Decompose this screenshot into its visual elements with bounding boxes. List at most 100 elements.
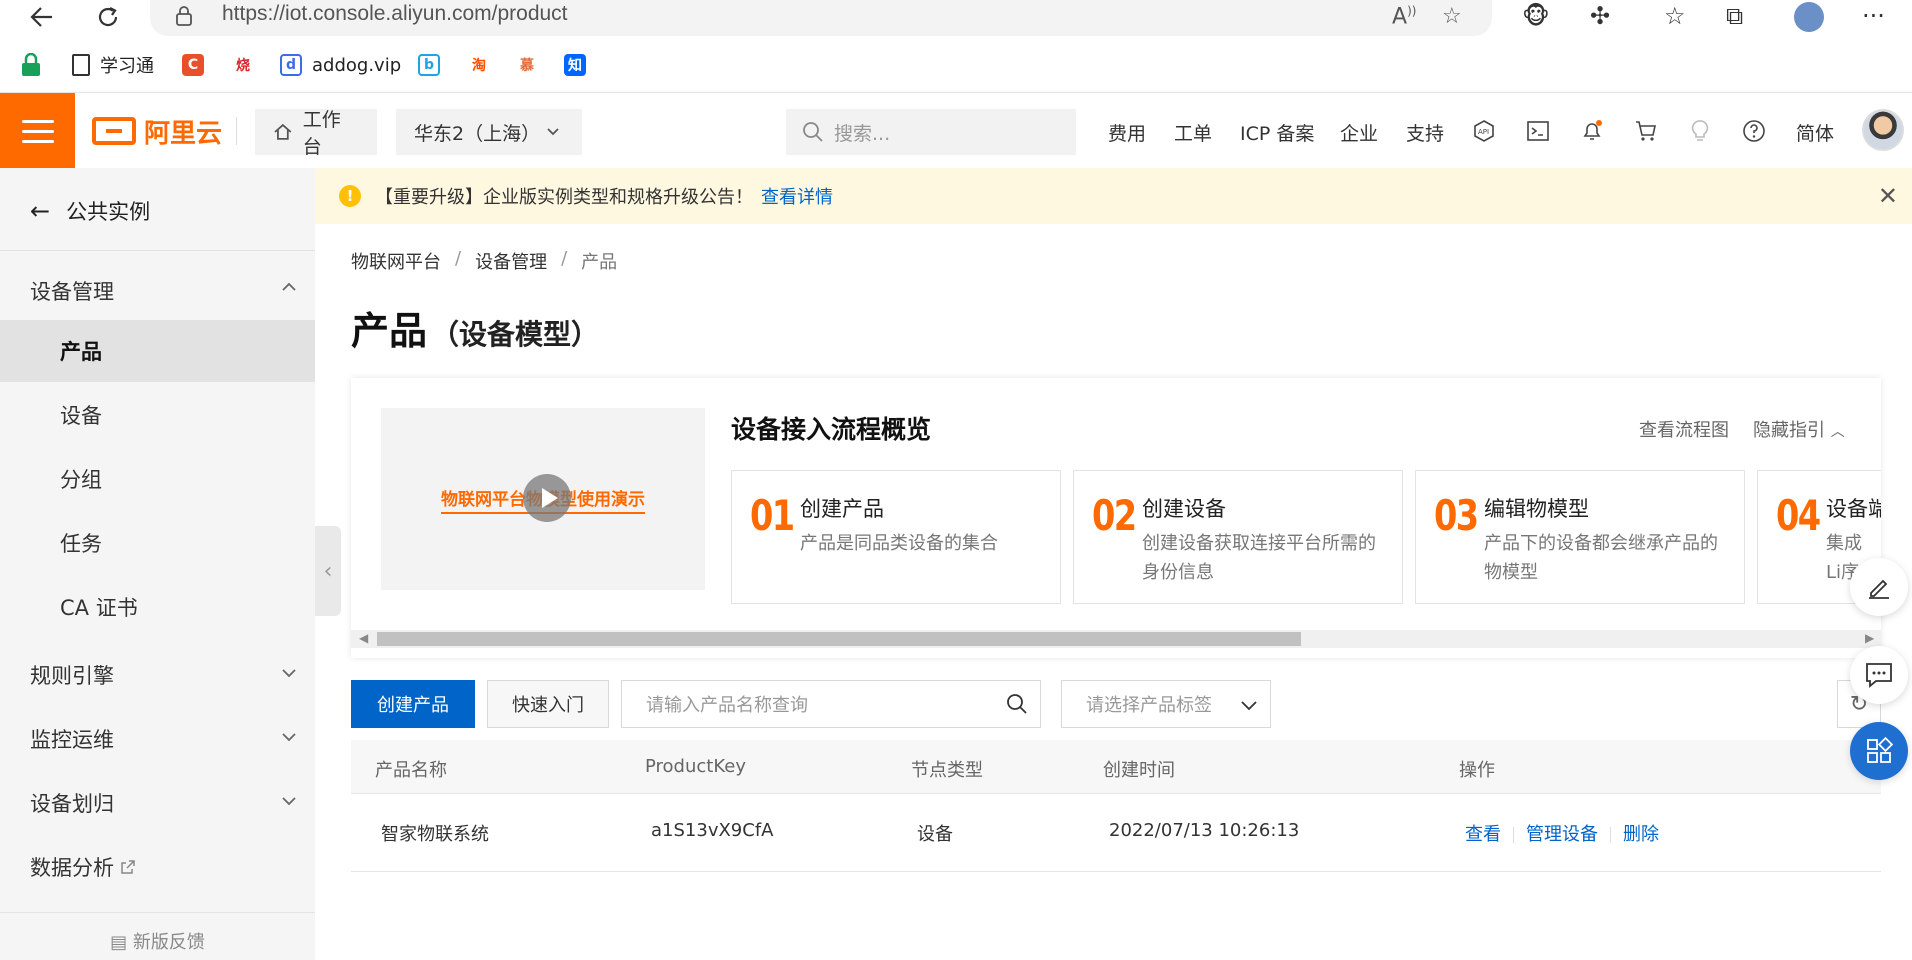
hide-guide-link[interactable]: 隐藏指引 ︿ (1753, 416, 1845, 442)
lock-icon[interactable] (176, 6, 192, 26)
address-bar[interactable]: https://iot.console.aliyun.com/product A… (150, 0, 1492, 36)
favorites-icon[interactable]: ☆ (1664, 2, 1686, 30)
created-time: 2022/07/13 10:26:13 (1109, 820, 1300, 841)
more-menu-icon[interactable]: ··· (1862, 2, 1885, 30)
bell-icon[interactable] (1578, 117, 1606, 145)
manage-devices-link[interactable]: 管理设备 (1526, 824, 1598, 845)
sidebar-group-monitoring[interactable]: 监控运维 (30, 724, 114, 754)
sidebar-item-ca-cert[interactable]: CA 证书 (0, 576, 315, 638)
action-separator (1513, 827, 1514, 843)
quick-start-button[interactable]: 快速入门 (487, 680, 609, 728)
help-icon[interactable] (1740, 117, 1768, 145)
bookmark-c[interactable]: C (182, 52, 214, 78)
language-switch[interactable]: 简体 (1796, 119, 1834, 146)
region-select[interactable]: 华东2（上海） (396, 109, 582, 155)
close-icon[interactable]: ✕ (1878, 182, 1898, 210)
header-link-billing[interactable]: 费用 (1108, 119, 1146, 146)
header-link-support[interactable]: 支持 (1406, 119, 1444, 146)
warning-icon: ! (339, 185, 361, 207)
bookmarks-bar: 学习通 C 烧 d addog.vip b 淘 慕 知 (0, 44, 1912, 84)
sidebar-group-rule-engine[interactable]: 规则引擎 (30, 660, 114, 690)
api-icon[interactable]: API (1470, 117, 1498, 145)
user-avatar[interactable] (1862, 109, 1904, 151)
edit-float-button[interactable] (1850, 558, 1908, 616)
chevron-left-icon: ‹ (323, 558, 333, 584)
search-icon (803, 122, 823, 142)
step-description: 产品是同品类设备的集合 (800, 533, 998, 554)
sidebar-collapse-handle[interactable]: ‹ (315, 526, 341, 616)
chevron-up-icon[interactable] (280, 278, 298, 296)
scroll-left-icon[interactable]: ◀ (359, 631, 368, 645)
view-link[interactable]: 查看 (1465, 824, 1501, 845)
terminal-icon[interactable] (1524, 117, 1552, 145)
product-search-input[interactable]: 请输入产品名称查询 (621, 680, 1041, 728)
sidebar-item-label: 产品 (60, 340, 102, 364)
sidebar-item-device[interactable]: 设备 (0, 384, 315, 446)
apps-float-button[interactable] (1850, 722, 1908, 780)
cart-icon[interactable] (1632, 117, 1660, 145)
read-aloud-icon[interactable]: A)) (1392, 4, 1416, 29)
breadcrumb-current: 产品 (581, 252, 618, 273)
notice-details-link[interactable]: 查看详情 (761, 183, 833, 209)
sidebar-item-data-analysis[interactable]: 数据分析 (30, 852, 136, 882)
sidebar-item-product[interactable]: 产品 (0, 320, 315, 382)
step-title: 设备端 (1826, 497, 1881, 521)
chevron-down-icon[interactable] (280, 792, 298, 810)
addog-icon: d (280, 54, 302, 76)
workbench-button[interactable]: 工作台 (255, 109, 377, 158)
scrollbar-thumb[interactable] (377, 632, 1301, 646)
hamburger-menu-icon[interactable] (0, 93, 75, 169)
workbench-label: 工作台 (302, 109, 341, 158)
view-flowchart-link[interactable]: 查看流程图 (1639, 416, 1729, 442)
header-link-enterprise[interactable]: 企业 (1340, 119, 1378, 146)
bookmark-xuexitong[interactable]: 学习通 (72, 52, 154, 78)
product-tag-select[interactable]: 请选择产品标签 (1061, 680, 1271, 728)
breadcrumb-iot-platform[interactable]: 物联网平台 (351, 248, 441, 274)
mooc-icon: 慕 (516, 54, 538, 76)
collections-icon[interactable]: ⧉ (1726, 2, 1743, 30)
bookmark-lock-icon[interactable] (20, 52, 42, 78)
bookmark-taobao[interactable]: 淘 (468, 52, 500, 78)
horizontal-scrollbar[interactable]: ◀ ▶ (351, 630, 1881, 648)
search-icon[interactable] (1006, 693, 1028, 715)
back-to-instances[interactable]: ← 公共实例 (30, 196, 150, 226)
sidebar-item-group[interactable]: 分组 (0, 448, 315, 510)
extensions-icon[interactable]: ✣ (1590, 2, 1610, 30)
header-link-icp[interactable]: ICP 备案 (1240, 119, 1314, 146)
aliyun-logo[interactable]: 阿里云 (92, 113, 222, 149)
header-link-ticket[interactable]: 工单 (1174, 119, 1212, 146)
scroll-right-icon[interactable]: ▶ (1865, 631, 1874, 645)
profile-avatar-icon[interactable] (1794, 2, 1824, 32)
play-icon[interactable] (523, 474, 571, 522)
step-card[interactable]: 03 编辑物模型 产品下的设备都会继承产品的物模型 (1415, 470, 1745, 604)
add-favorite-icon[interactable]: ☆ (1442, 4, 1462, 29)
delete-link[interactable]: 删除 (1623, 824, 1659, 845)
step-card[interactable]: 02 创建设备 创建设备获取连接平台所需的身份信息 (1073, 470, 1403, 604)
step-card[interactable]: 01 创建产品 产品是同品类设备的集合 (731, 470, 1061, 604)
sidebar-item-task[interactable]: 任务 (0, 512, 315, 574)
url-text[interactable]: https://iot.console.aliyun.com/product (222, 2, 568, 26)
bookmark-mooc[interactable]: 慕 (516, 52, 548, 78)
chevron-down-icon[interactable] (280, 664, 298, 682)
product-toolbar: 创建产品 快速入门 请输入产品名称查询 请选择产品标签 ↻ (351, 680, 1881, 728)
sidebar-group-device-management[interactable]: 设备管理 (30, 276, 114, 306)
extension-monkey-icon[interactable]: 🐵 (1522, 2, 1550, 30)
sidebar-group-device-assignment[interactable]: 设备划归 (30, 788, 114, 818)
lightbulb-icon[interactable] (1686, 117, 1714, 145)
bookmark-zhihu[interactable]: 知 (564, 52, 596, 78)
bookmark-flame[interactable]: 烧 (232, 52, 264, 78)
chevron-down-icon[interactable] (280, 728, 298, 746)
bookmark-addog[interactable]: d addog.vip (280, 52, 401, 78)
create-product-button[interactable]: 创建产品 (351, 680, 475, 728)
reload-icon[interactable] (92, 2, 124, 32)
back-arrow-icon[interactable] (26, 2, 58, 32)
step-title: 创建产品 (800, 497, 884, 521)
breadcrumb-device-management[interactable]: 设备管理 (475, 248, 547, 274)
bookmark-bilibili[interactable]: b (418, 52, 450, 78)
header-search-input[interactable]: 搜索... (786, 109, 1076, 155)
demo-video-thumbnail[interactable]: 物联网平台物模型使用演示 (381, 408, 705, 590)
chat-float-button[interactable] (1850, 646, 1908, 704)
home-icon (274, 123, 292, 140)
column-header-created-time: 创建时间 (1103, 760, 1175, 781)
feedback-link[interactable]: ▤ 新版反馈 (0, 928, 315, 954)
